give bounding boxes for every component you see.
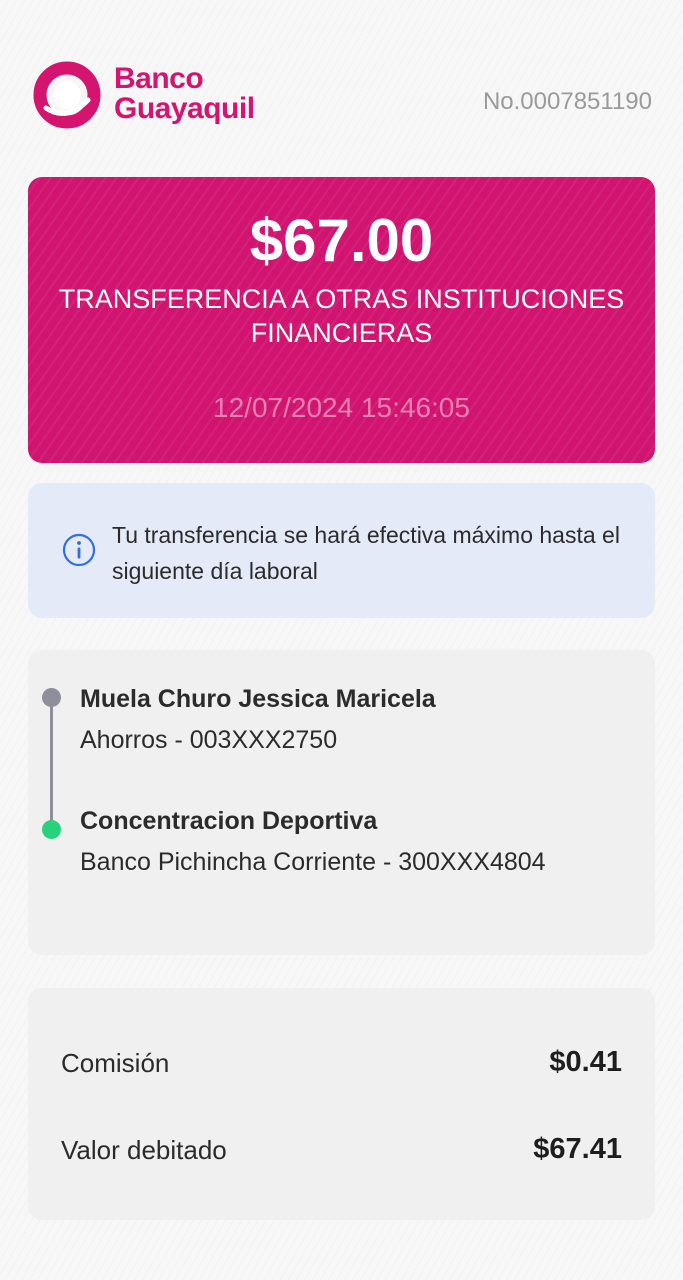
info-icon <box>62 533 96 567</box>
transfer-type: TRANSFERENCIA A OTRAS INSTITUCIONES FINA… <box>58 284 625 348</box>
commission-value: $0.41 <box>549 1046 622 1078</box>
origin-party: Muela Churo Jessica Maricela Ahorros - 0… <box>80 682 600 761</box>
destination-name: Concentracion Deportiva <box>80 807 378 835</box>
banco-guayaquil-logo-icon <box>33 61 101 129</box>
bank-name: Banco Guayaquil <box>114 64 255 124</box>
destination-dot-icon <box>42 820 61 839</box>
destination-party: Concentracion Deportiva Banco Pichincha … <box>80 804 600 883</box>
bank-name-line2: Guayaquil <box>114 92 255 125</box>
debited-value: $67.41 <box>533 1133 622 1165</box>
debited-label: Valor debitado <box>61 1135 227 1165</box>
origin-account: Ahorros - 003XXX2750 <box>80 726 338 754</box>
transfer-amount: $67.00 <box>249 207 434 274</box>
origin-dot-icon <box>42 688 61 707</box>
destination-account: Banco Pichincha Corriente - 300XXX4804 <box>80 848 546 876</box>
timeline-connector <box>50 700 53 830</box>
bank-name-line1: Banco <box>114 62 204 95</box>
transfer-datetime: 12/07/2024 15:46:05 <box>213 392 470 423</box>
origin-name: Muela Churo Jessica Maricela <box>80 685 436 713</box>
totals-summary: Comisión $0.41 Valor debitado $67.41 <box>28 988 655 1220</box>
receipt-header: Banco Guayaquil No.0007851190 <box>0 0 683 160</box>
amount-card: $67.00 TRANSFERENCIA A OTRAS INSTITUCION… <box>28 177 655 463</box>
info-notice-text: Tu transferencia se hará efectiva máximo… <box>112 522 620 584</box>
receipt-number: No.0007851190 <box>482 88 652 115</box>
info-notice: Tu transferencia se hará efectiva máximo… <box>28 483 655 618</box>
debited-row: Valor debitado $67.41 <box>61 1131 622 1171</box>
transfer-parties: Muela Churo Jessica Maricela Ahorros - 0… <box>28 650 655 955</box>
commission-label: Comisión <box>61 1048 170 1078</box>
commission-row: Comisión $0.41 <box>61 1044 622 1084</box>
